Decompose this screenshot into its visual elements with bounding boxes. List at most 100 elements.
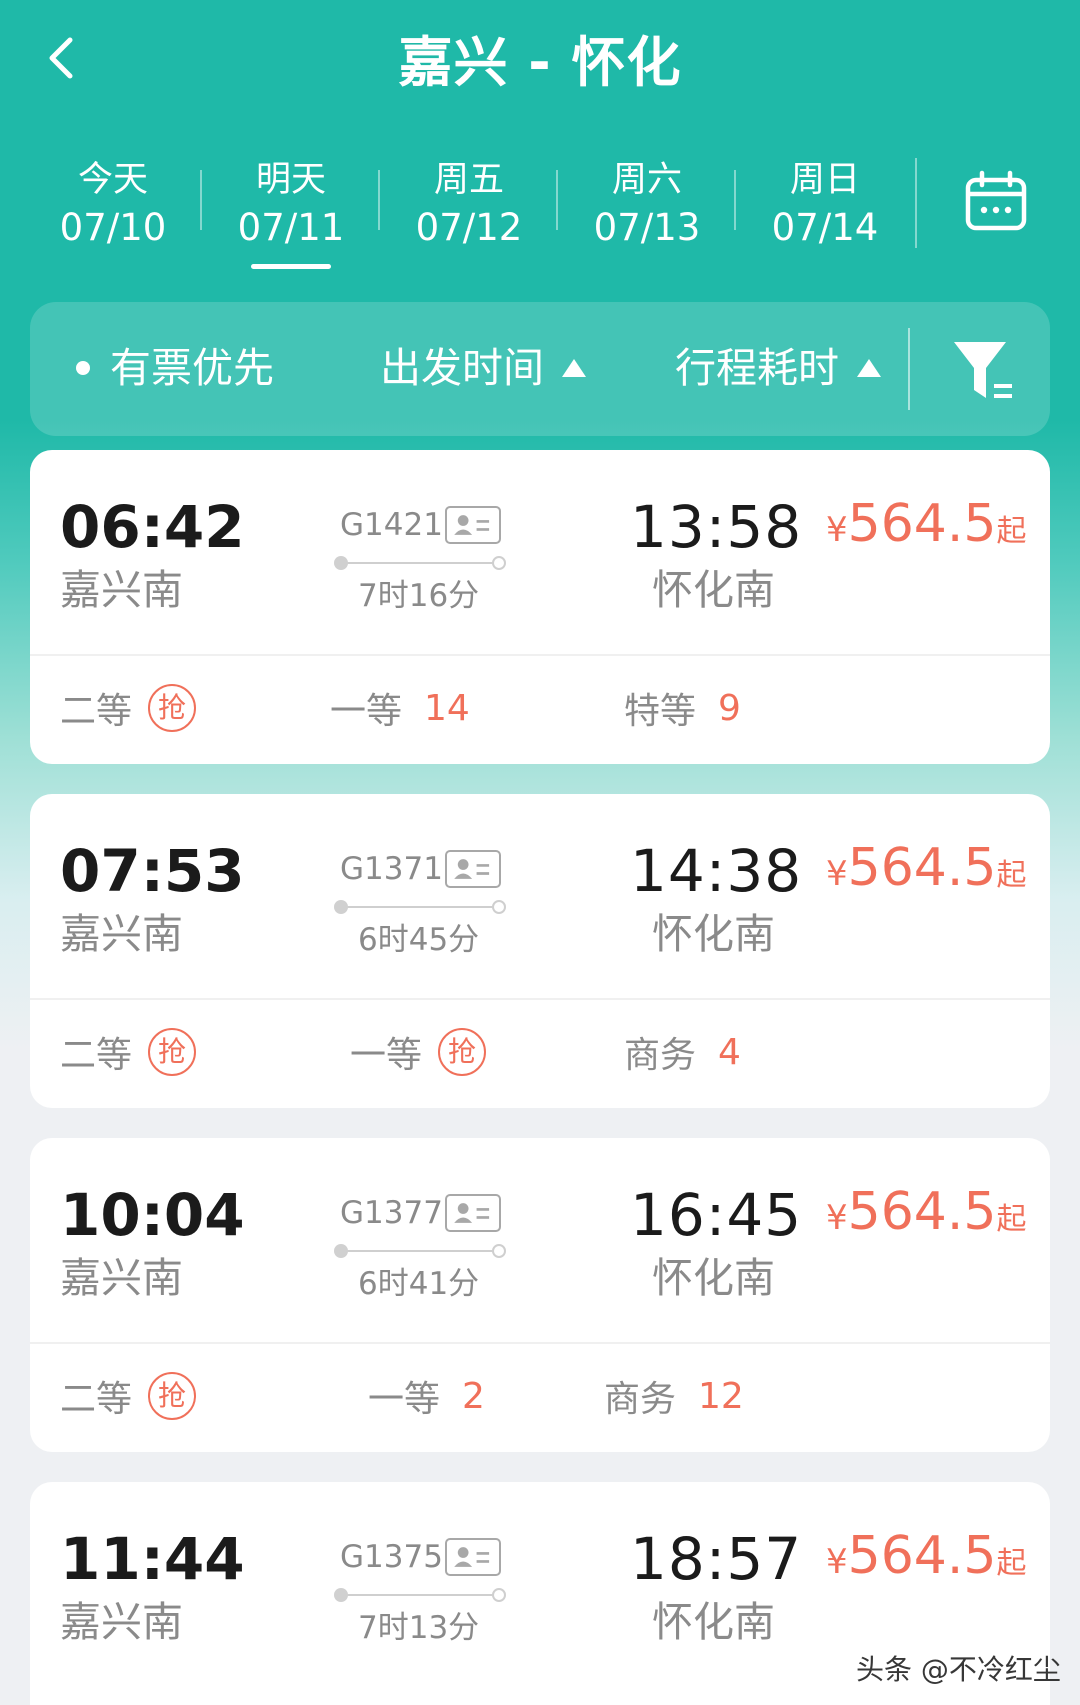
grab-ticket-badge[interactable]: 抢 (148, 1372, 197, 1420)
arrival-station: 怀化南 (652, 1598, 775, 1646)
seat-label: 二等 (60, 691, 133, 732)
seat-count: 2 (462, 1375, 485, 1417)
date-tab-today[interactable]: 今天 07/10 (24, 150, 202, 280)
seat-count: 4 (718, 1031, 741, 1073)
seat-premium-class[interactable]: 特等 9 (624, 678, 741, 738)
date-tab-tomorrow[interactable]: 明天 07/11 (202, 150, 380, 280)
card-divider (30, 654, 1050, 656)
seat-first-class[interactable]: 一等 14 (330, 678, 470, 738)
date-tab-weekday: 明天 (255, 160, 326, 200)
price: ¥564.5起 (826, 1182, 1027, 1242)
travel-duration-label: 行程耗时 (675, 344, 839, 392)
train-info: G1375 7时13分 (330, 1536, 530, 1656)
header: 嘉兴 - 怀化 (0, 0, 1080, 120)
train-info: G1371 6时45分 (330, 848, 530, 968)
travel-duration: 7时16分 (358, 578, 480, 614)
date-tab-weekday: 周五 (433, 160, 504, 200)
seat-label: 二等 (60, 1035, 133, 1076)
departure-time: 06:42 (60, 493, 245, 561)
calendar-divider (915, 158, 917, 248)
tickets-first-filter[interactable]: 有票优先 (76, 340, 274, 396)
seat-label: 商务 (624, 1035, 697, 1076)
grab-ticket-badge[interactable]: 抢 (148, 684, 197, 732)
date-tab-sunday[interactable]: 周日 07/14 (736, 150, 914, 280)
price-suffix: 起 (996, 1202, 1027, 1237)
date-tab-date: 07/14 (771, 206, 879, 249)
seat-count: 9 (718, 687, 741, 729)
seat-label: 一等 (350, 1035, 423, 1076)
departure-station: 嘉兴南 (60, 1598, 183, 1646)
watermark: 头条 @不冷红尘 (856, 1653, 1061, 1686)
arrival-station: 怀化南 (652, 1254, 775, 1302)
date-tab-saturday[interactable]: 周六 07/13 (558, 150, 736, 280)
calendar-icon (965, 170, 1027, 231)
route-line (334, 556, 506, 570)
train-card[interactable]: 07:53 嘉兴南 G1371 6时45分 14:38 怀化南 ¥564.5起 … (30, 794, 1050, 1108)
seat-first-class[interactable]: 一等抢 (350, 1022, 487, 1082)
travel-duration: 6时41分 (358, 1266, 480, 1302)
departure-time: 10:04 (60, 1181, 245, 1249)
seat-second-class[interactable]: 二等抢 (60, 678, 197, 738)
train-info: G1377 6时41分 (330, 1192, 530, 1312)
card-divider (30, 1342, 1050, 1344)
train-number: G1421 (340, 507, 443, 543)
seat-label: 特等 (624, 691, 697, 732)
train-card[interactable]: 10:04 嘉兴南 G1377 6时41分 16:45 怀化南 ¥564.5起 … (30, 1138, 1050, 1452)
page-title: 嘉兴 - 怀化 (398, 31, 682, 94)
price-amount: 564.5 (847, 838, 997, 898)
date-tabs: 今天 07/10 明天 07/11 周五 07/12 周六 07/13 周日 0… (24, 150, 924, 280)
arrival-station: 怀化南 (652, 566, 775, 614)
id-card-icon (445, 506, 501, 544)
seat-business-class[interactable]: 商务 12 (604, 1366, 744, 1426)
departure-station: 嘉兴南 (60, 1254, 183, 1302)
seat-label: 一等 (368, 1379, 441, 1420)
arrival-station: 怀化南 (652, 910, 775, 958)
currency-symbol: ¥ (826, 1542, 848, 1582)
seat-label: 商务 (604, 1379, 677, 1420)
seat-label: 二等 (60, 1379, 133, 1420)
travel-duration-sort[interactable]: 行程耗时 (675, 340, 881, 396)
train-card[interactable]: 06:42 嘉兴南 G1421 7时16分 13:58 怀化南 ¥564.5起 … (30, 450, 1050, 764)
route-line (334, 1588, 506, 1602)
arrival-time: 14:38 (630, 837, 803, 905)
seat-label: 一等 (330, 691, 403, 732)
departure-time: 07:53 (60, 837, 245, 905)
date-tab-date: 07/12 (415, 206, 523, 249)
date-tab-friday[interactable]: 周五 07/12 (380, 150, 558, 280)
departure-time-sort[interactable]: 出发时间 (380, 340, 586, 396)
filter-divider (908, 328, 910, 410)
calendar-button[interactable] (964, 170, 1028, 234)
currency-symbol: ¥ (826, 510, 848, 550)
filter-icon (954, 342, 1012, 398)
grab-ticket-badge[interactable]: 抢 (148, 1028, 197, 1076)
price-suffix: 起 (996, 514, 1027, 549)
price-suffix: 起 (996, 1546, 1027, 1581)
seat-business-class[interactable]: 商务 4 (624, 1022, 741, 1082)
id-card-icon (445, 850, 501, 888)
id-card-icon (445, 1194, 501, 1232)
currency-symbol: ¥ (826, 854, 848, 894)
seat-second-class[interactable]: 二等抢 (60, 1366, 197, 1426)
train-list-page: 嘉兴 - 怀化 今天 07/10 明天 07/11 周五 07/12 周六 07… (0, 0, 1080, 1705)
filter-button[interactable] (948, 332, 1028, 412)
price-amount: 564.5 (847, 494, 997, 554)
seat-first-class[interactable]: 一等 2 (368, 1366, 485, 1426)
tickets-first-label: 有票优先 (110, 344, 274, 392)
train-number: G1371 (340, 851, 443, 887)
seat-second-class[interactable]: 二等抢 (60, 1022, 197, 1082)
grab-ticket-badge[interactable]: 抢 (438, 1028, 487, 1076)
date-tab-date: 07/10 (59, 206, 167, 249)
arrival-time: 13:58 (630, 493, 803, 561)
travel-duration: 6时45分 (358, 922, 480, 958)
selected-tab-indicator (251, 264, 331, 269)
arrival-time: 16:45 (630, 1181, 803, 1249)
price-amount: 564.5 (847, 1182, 997, 1242)
price: ¥564.5起 (826, 1526, 1027, 1586)
date-tab-date: 07/11 (237, 206, 345, 249)
price: ¥564.5起 (826, 838, 1027, 898)
departure-station: 嘉兴南 (60, 566, 183, 614)
sort-up-icon (857, 359, 881, 377)
departure-time: 11:44 (60, 1525, 245, 1593)
price: ¥564.5起 (826, 494, 1027, 554)
dot-icon (76, 361, 90, 375)
